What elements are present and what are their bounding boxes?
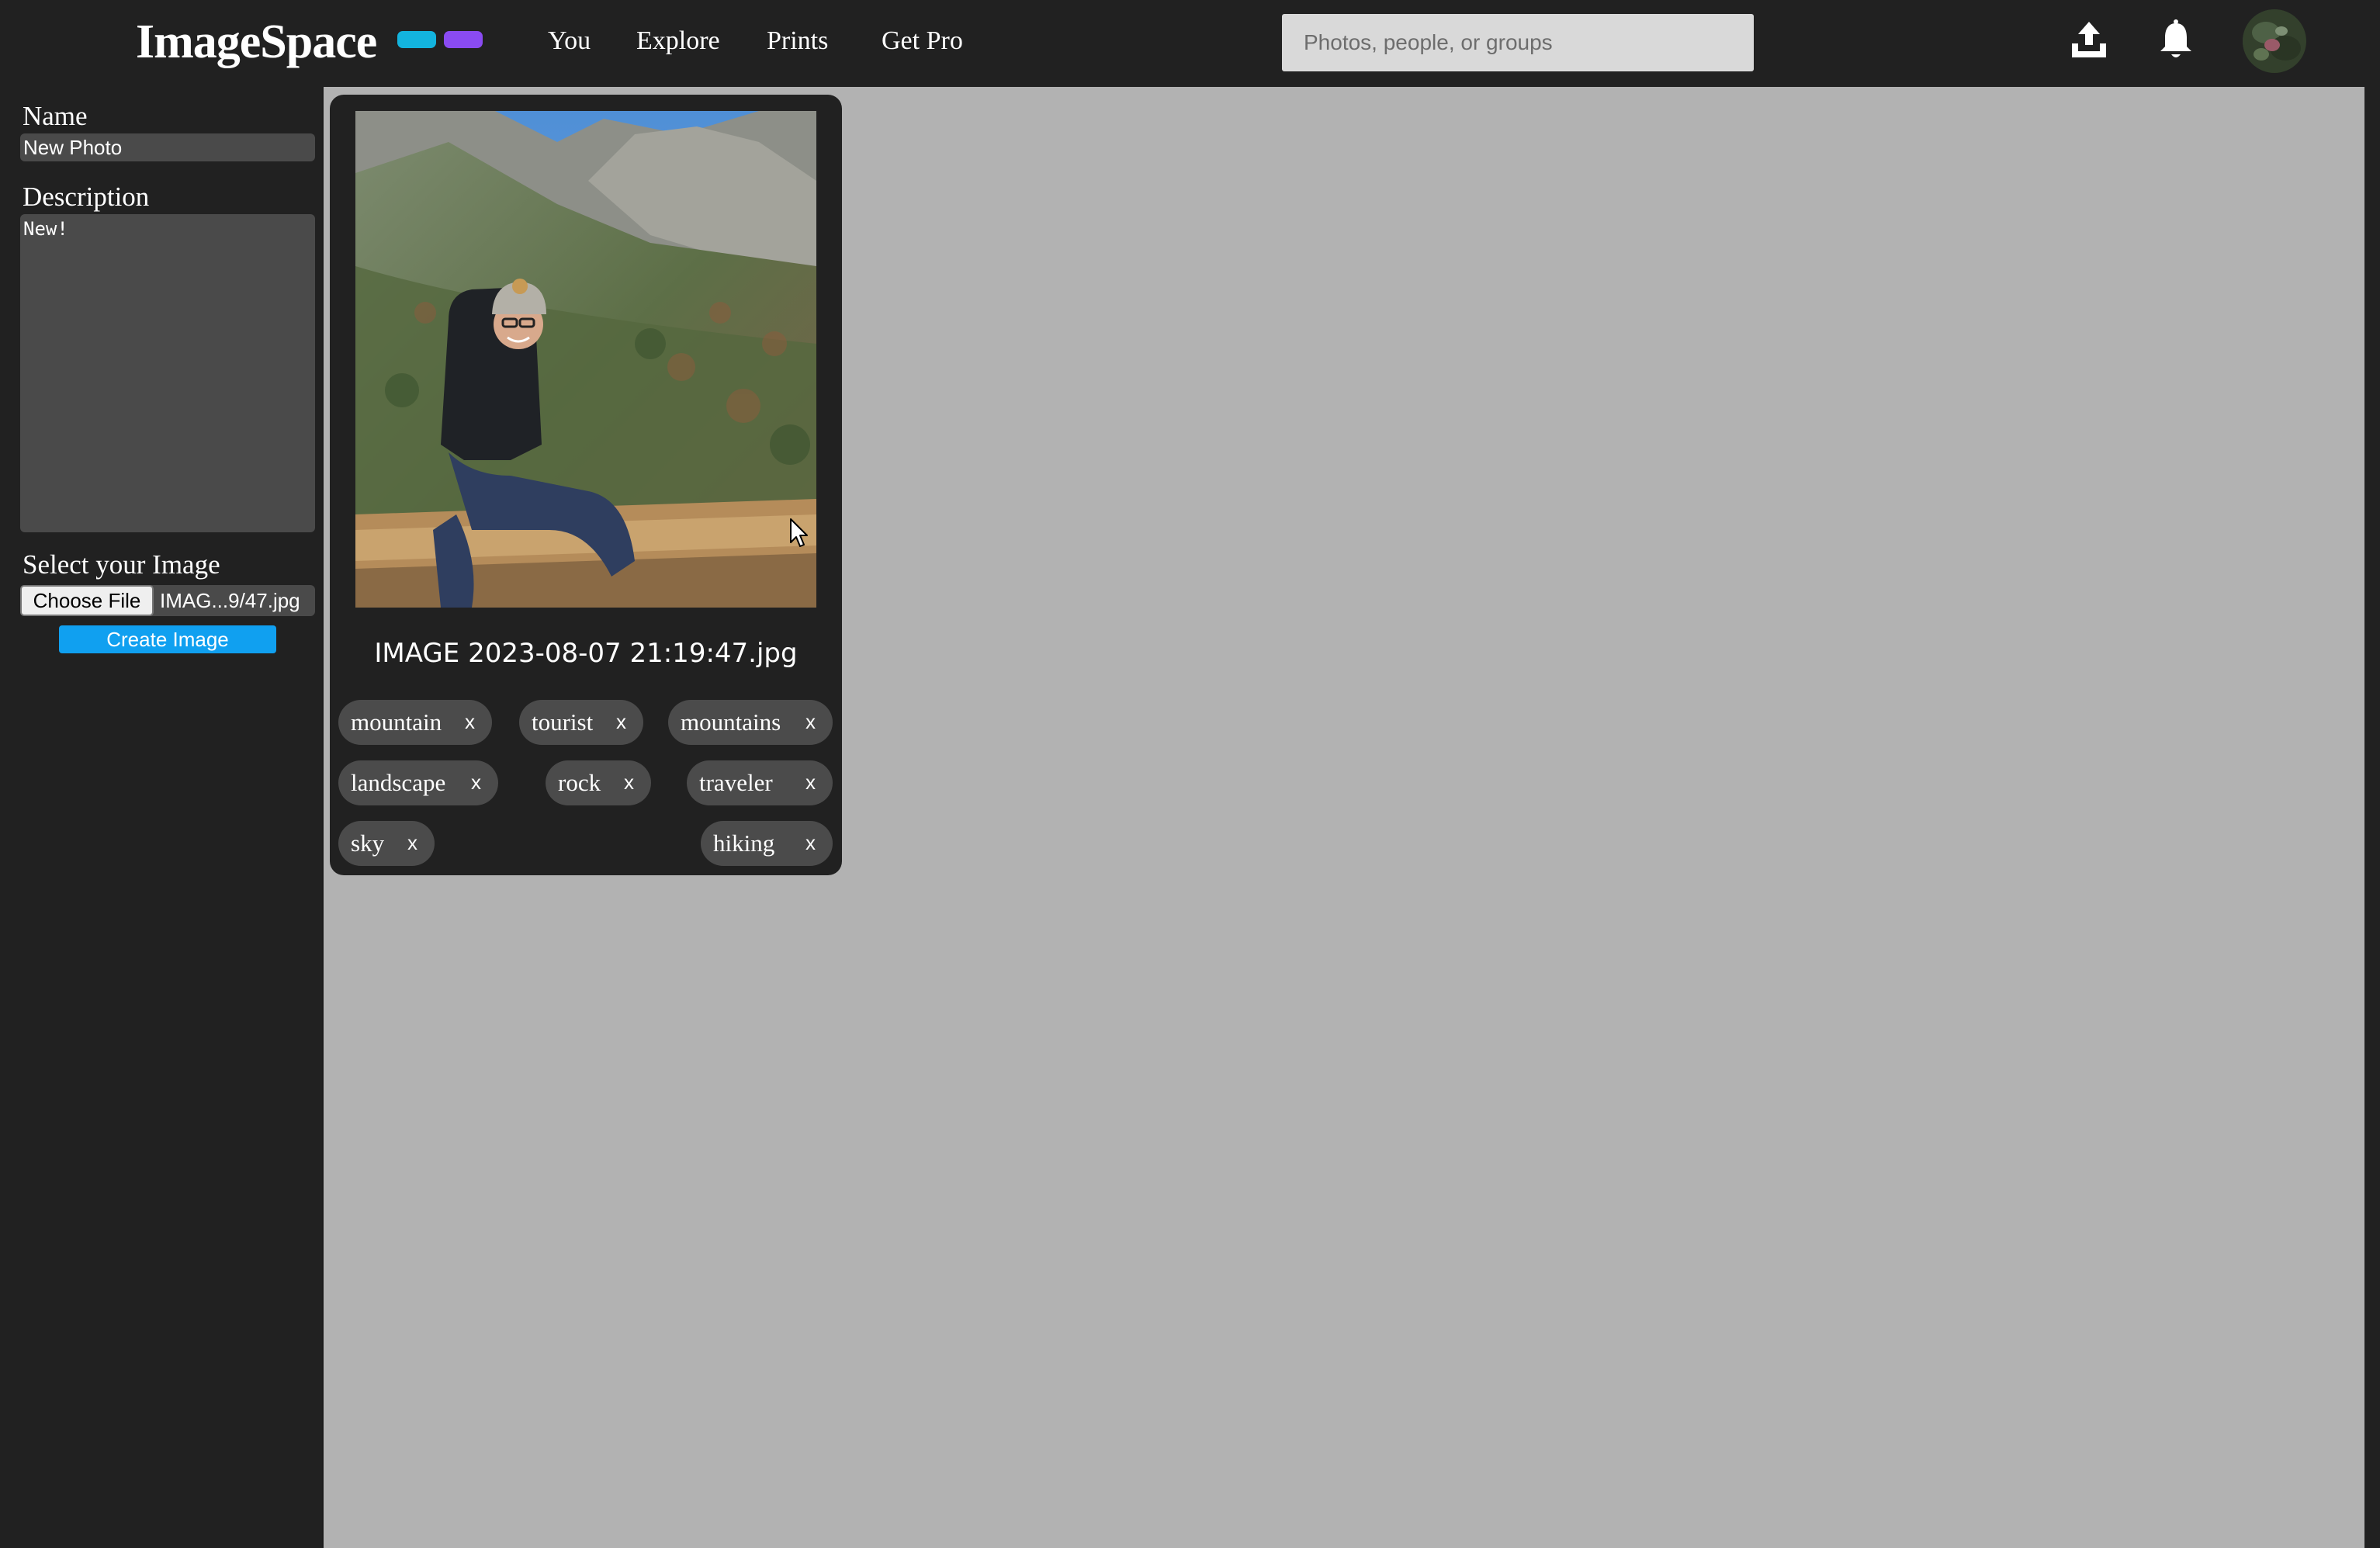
tag-label: rock [558,769,601,796]
image-gallery: IMAGE 2023-08-07 21:19:47.jpg mountain x… [324,87,2364,1548]
nav-you[interactable]: You [548,20,591,62]
remove-tag-button[interactable]: x [465,700,475,743]
nav-prints[interactable]: Prints [767,20,828,62]
tag-label: tourist [532,708,594,736]
logo-dot-purple [444,31,483,48]
tag-label: sky [351,829,385,857]
photo-thumbnail[interactable] [355,111,816,608]
tag-chip[interactable]: sky x [338,821,435,866]
name-label: Name [23,101,88,131]
tag-label: mountain [351,708,442,736]
search-input[interactable] [1282,14,1754,71]
image-card[interactable]: IMAGE 2023-08-07 21:19:47.jpg mountain x… [330,95,842,875]
tag-label: mountains [681,708,781,736]
select-image-label: Select your Image [23,549,220,580]
remove-tag-button[interactable]: x [805,700,816,743]
remove-tag-button[interactable]: x [624,760,634,804]
bell-icon[interactable] [2153,17,2199,64]
remove-tag-button[interactable]: x [805,821,816,864]
tag-chip[interactable]: hiking x [701,821,833,866]
avatar[interactable] [2243,9,2306,73]
tag-chip[interactable]: traveler x [687,760,833,805]
name-field[interactable] [20,133,315,161]
image-caption: IMAGE 2023-08-07 21:19:47.jpg [374,638,798,669]
file-input[interactable]: Choose File IMAG...9/47.jpg [20,585,315,616]
tag-chip[interactable]: mountain x [338,700,492,745]
tag-label: traveler [699,769,773,796]
create-image-button[interactable]: Create Image [59,625,276,653]
app-logo[interactable]: ImageSpace [136,11,377,73]
photo-image [355,111,816,608]
remove-tag-button[interactable]: x [805,760,816,804]
nav-get-pro[interactable]: Get Pro [882,20,963,62]
description-label: Description [23,182,150,212]
selected-file-name: IMAG...9/47.jpg [160,589,300,612]
top-navbar: ImageSpace You Explore Prints Get Pro [0,0,2380,87]
avatar-image [2243,9,2306,73]
logo-dot-cyan [397,31,436,48]
description-field[interactable]: New! [20,214,315,532]
tag-chip[interactable]: tourist x [519,700,643,745]
tag-chip[interactable]: landscape x [338,760,498,805]
create-image-sidebar: Name Description New! Select your Image … [0,87,323,1548]
remove-tag-button[interactable]: x [616,700,626,743]
window-edge [2364,87,2380,1548]
choose-file-button[interactable]: Choose File [20,585,154,616]
nav-explore[interactable]: Explore [636,20,720,62]
tag-label: hiking [713,829,775,857]
remove-tag-button[interactable]: x [407,821,417,864]
tag-chip[interactable]: rock x [546,760,651,805]
tag-label: landscape [351,769,446,796]
remove-tag-button[interactable]: x [471,760,481,804]
upload-icon[interactable] [2066,17,2112,64]
tag-chip[interactable]: mountains x [668,700,833,745]
